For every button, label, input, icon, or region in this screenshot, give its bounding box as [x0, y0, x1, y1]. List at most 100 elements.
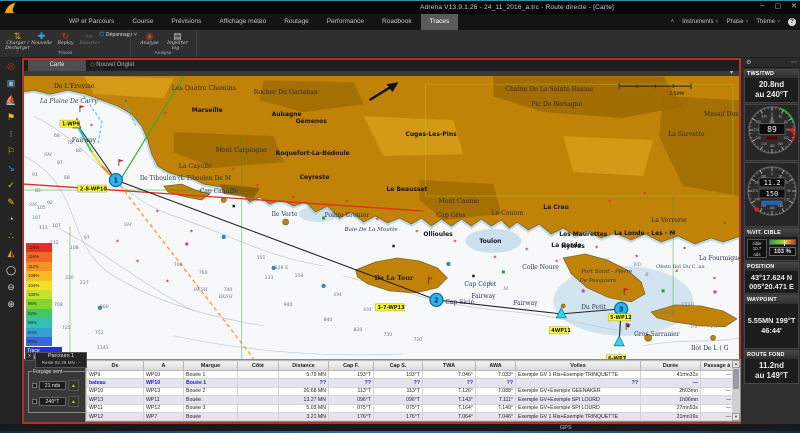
- ribbon-tab-course[interactable]: Course: [123, 14, 162, 30]
- cog-value: au 149°T: [745, 371, 798, 381]
- ribbon-tab-pr-visions[interactable]: Prévisions: [162, 14, 210, 30]
- measure-circle-icon[interactable]: ◯: [0, 262, 22, 279]
- col-header-marque[interactable]: Marque: [184, 361, 238, 371]
- minimize-button[interactable]: –: [761, 2, 765, 10]
- zoom-out-icon[interactable]: ⊖: [0, 279, 22, 296]
- target-speed-box: cible 10.7 nds: [747, 239, 767, 258]
- bearing-arrow-icon[interactable]: ↘: [0, 160, 22, 177]
- depannage-button[interactable]: ⌬ Dépannage ˅: [99, 31, 137, 38]
- col-header-awa[interactable]: AWA: [476, 361, 516, 371]
- light-symbol: [272, 266, 276, 270]
- table-row[interactable]: WP9WP10Bouée 15.79 MN193°T193°TT.046°T.0…: [87, 371, 734, 379]
- wind-speed-wizard-button[interactable]: ▲: [68, 380, 79, 391]
- draw-icon[interactable]: ✎: [0, 194, 22, 211]
- ribbon-tab-performance[interactable]: Performance: [318, 14, 373, 30]
- trace-scale-step: 104%: [26, 281, 52, 290]
- wind-dir-field[interactable]: 240°T: [39, 397, 66, 406]
- ribbon-tab-traces[interactable]: Traces: [421, 14, 459, 30]
- zoom-in-icon[interactable]: ⊕: [0, 296, 22, 313]
- wind-speed-field[interactable]: 21 nds: [39, 381, 66, 390]
- ribbon-tab-wp-et-parcours[interactable]: WP et Parcours: [60, 14, 123, 30]
- scroll-down-icon[interactable]: ▼: [732, 413, 740, 421]
- close-parcours-icon[interactable]: x: [25, 352, 34, 361]
- chevron-down-icon[interactable]: ▾: [730, 69, 733, 76]
- phase-menu[interactable]: Phase˅: [726, 19, 748, 25]
- chart-map[interactable]: 2.5MN De L'ErevineLa Plaine De CarryLes …: [24, 76, 739, 359]
- green-mark-symbol: [662, 289, 665, 292]
- col-header-c-t[interactable]: Côté: [238, 361, 279, 371]
- forcage-vent-panel: Forçage vent 21 nds ▲ 240°T ▲: [28, 371, 86, 413]
- start-line-icon[interactable]: ⛵: [0, 92, 22, 109]
- mob-lifebuoy-icon[interactable]: ◎: [0, 58, 22, 75]
- tab-carte[interactable]: Carte: [28, 60, 86, 71]
- ribbon-tabs: WP et ParcoursCoursePrévisionsAffichage …: [60, 14, 458, 30]
- target-speed-header: %VIT. CIBLE: [745, 229, 798, 237]
- chart-select-icon[interactable]: ▣: [0, 75, 22, 92]
- wind-dir-checkbox[interactable]: [32, 399, 37, 404]
- waypoint-list-icon[interactable]: ⁝: [0, 126, 22, 143]
- validate-marks-icon[interactable]: ✓: [0, 177, 22, 194]
- scroll-up-icon[interactable]: ▲: [732, 360, 740, 368]
- importer-log-button[interactable]: ▤Importerlog ˅: [164, 31, 191, 51]
- compass-icon[interactable]: ◔: [0, 211, 22, 228]
- col-header-cap-s[interactable]: Cap S.: [374, 361, 423, 371]
- parcours-title: Parcours 1: [36, 353, 86, 360]
- help-icon[interactable]: ?: [788, 18, 796, 26]
- col-header-voiles[interactable]: Voiles: [516, 361, 641, 371]
- analyse-icon: ◉: [136, 31, 163, 41]
- sidebar-options-icon[interactable]: ⋯: [791, 59, 797, 66]
- wreck-symbol: [472, 275, 474, 277]
- col-header-twa[interactable]: TWA: [423, 361, 476, 371]
- theme-menu[interactable]: Thème˅: [756, 19, 780, 25]
- col-header-passage[interactable]: Passage à: [701, 361, 734, 371]
- table-row[interactable]: WP11WP12Bouée 35.03 MN075°T075°TT.164°T.…: [87, 404, 734, 412]
- compass-gauge: 0306090120150180210240270300330 89: [744, 104, 799, 161]
- table-row[interactable]: WP12WP7Bouée3.21 MN176°T176°TT.064°T.046…: [87, 412, 734, 420]
- target-speed-gauge: [769, 239, 796, 245]
- forcage-vent-label: Forçage vent: [32, 369, 63, 375]
- waypoint-label: [60, 120, 79, 127]
- legs-table: DeAMarqueCôtéDistanceCap F.Cap S.TWAAWAV…: [86, 360, 734, 421]
- wreck-symbol: [392, 245, 394, 247]
- col-header-cap-f[interactable]: Cap F.: [329, 361, 374, 371]
- scroll-thumb[interactable]: [733, 369, 739, 389]
- ribbon-tab-routage[interactable]: Routage: [275, 14, 318, 30]
- waypoint-label: [78, 185, 107, 192]
- protractor-icon[interactable]: ◭: [0, 245, 22, 262]
- route-flag-icon[interactable]: ⚑: [0, 109, 22, 126]
- col-header-distance[interactable]: Distance: [279, 361, 329, 371]
- dots-tool-icon[interactable]: ∴: [0, 228, 22, 245]
- green-mark-symbol: [502, 270, 505, 273]
- wind-dir-wizard-button[interactable]: ▲: [68, 396, 79, 407]
- nouvelle-button[interactable]: ✚Nouvelle: [28, 31, 55, 51]
- table-row[interactable]: WP13WP11Bouée13.27 MN096°T096°TT.143°T.1…: [87, 396, 734, 404]
- target-speed-panel: %VIT. CIBLE cible 10.7 nds 103 %: [744, 228, 799, 261]
- table-scrollbar[interactable]: ▲ ▼: [732, 360, 740, 421]
- tab-nouvel-onglet[interactable]: ◇ Nouvel Onglet: [90, 60, 134, 71]
- waypoint-header: WAYPOINT: [745, 296, 798, 304]
- col-header-a[interactable]: A: [144, 361, 184, 371]
- close-button[interactable]: ✕: [791, 2, 797, 10]
- parcours-remaining: Reste 92.28 MN - -: [36, 360, 86, 366]
- collapse-ribbon-icon[interactable]: ˄: [671, 19, 675, 25]
- wind-speed-checkbox[interactable]: [32, 383, 37, 388]
- table-row[interactable]: WP10WP13Bouée 226.68 MN113°T113°TT.126°T…: [87, 387, 734, 395]
- parcours-header[interactable]: Parcours 1 Reste 92.28 MN - -: [35, 352, 87, 368]
- ribbon-tab-roadbook[interactable]: Roadbook: [373, 14, 421, 30]
- waypoint-3[interactable]: [615, 302, 628, 315]
- marks-icon[interactable]: ⚐: [0, 143, 22, 160]
- instruments-menu[interactable]: Instruments˅: [682, 19, 718, 25]
- waypoint-1[interactable]: [109, 174, 122, 187]
- col-header-dur-e[interactable]: Durée: [641, 361, 701, 371]
- analyse-button[interactable]: ◉Analyse˅: [136, 31, 163, 51]
- maximize-button[interactable]: ▢: [775, 2, 782, 10]
- replay-button[interactable]: ↻Replay: [52, 31, 79, 51]
- charger-decharger-button[interactable]: ⇅Charger /Décharger ˅: [4, 31, 31, 51]
- chart-map-area[interactable]: 2.5MN De L'ErevineLa Plaine De CarryLes …: [24, 76, 739, 359]
- gear-icon[interactable]: ⚙: [746, 59, 751, 66]
- col-header-de[interactable]: De: [87, 361, 144, 371]
- ribbon-tab-affichage-m-t-o[interactable]: Affichage météo: [210, 14, 275, 30]
- waypoint-2[interactable]: [430, 293, 443, 306]
- table-row[interactable]: bateauWP10Bouée 1????????????—: [87, 379, 734, 387]
- trace-scale-step: 120%: [26, 243, 52, 252]
